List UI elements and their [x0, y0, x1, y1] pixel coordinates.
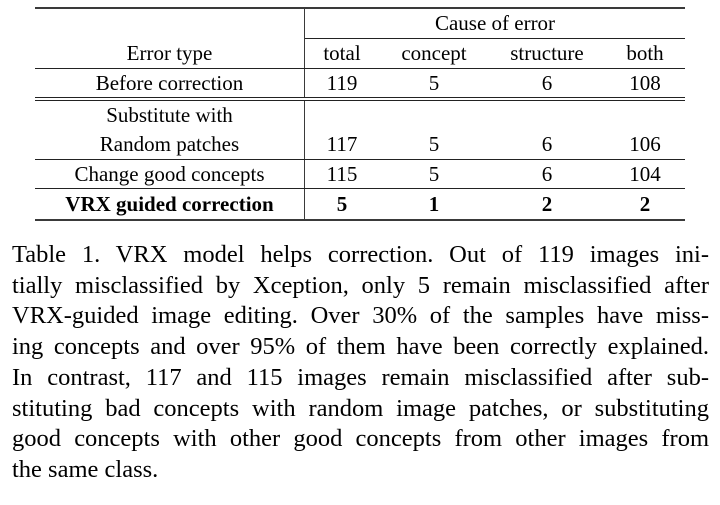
empty-header-cell: [35, 8, 305, 39]
cell-total: 5: [336, 191, 348, 216]
cell-concept: 5: [379, 129, 489, 160]
cell-both: 104: [605, 159, 685, 189]
cell-concept: 5: [379, 159, 489, 189]
table-caption: Table 1. VRX model helps correction. Out…: [12, 240, 709, 486]
table-row: Change good concepts 115 5 6 104: [35, 159, 685, 189]
caption-line: good concepts with other good concepts f…: [12, 425, 709, 453]
cell-total: 117: [304, 129, 379, 160]
cell-both: 108: [605, 68, 685, 101]
caption-line: ing concepts and over 95% of them have b…: [12, 333, 709, 361]
table-group-header-row: Cause of error: [35, 8, 685, 39]
caption-line: VRX-guided image editing. Over 30% of th…: [12, 302, 709, 330]
column-header-both: both: [605, 38, 685, 69]
caption-line: Table 1. VRX model helps correction. Out…: [12, 241, 709, 268]
caption-line: In contrast, 117 and 115 images remain m…: [12, 363, 709, 391]
cell-total: 115: [304, 159, 379, 189]
row-label: Before correction: [35, 68, 305, 101]
cell-concept: 5: [379, 68, 489, 101]
table-row: Before correction 119 5 6 108: [35, 68, 685, 101]
results-table: Cause of error Error type total concept …: [35, 7, 685, 221]
cell-both: 106: [605, 129, 685, 160]
cell-both: 2: [639, 191, 651, 216]
caption-line: stituting bad concepts with random image…: [12, 394, 709, 422]
table-row-highlighted: VRX guided correction 5 1 2 2: [35, 188, 685, 220]
table-header-row: Error type total concept structure both: [35, 38, 685, 69]
row-label-line1: Substitute with: [35, 99, 305, 129]
table-row: Substitute with: [35, 99, 685, 129]
caption-line: the same class.: [12, 455, 159, 483]
cell-concept: 1: [428, 191, 440, 216]
cell-structure: 2: [541, 191, 553, 216]
row-label: VRX guided correction: [35, 188, 305, 220]
cause-of-error-header: Cause of error: [304, 8, 685, 39]
cell-structure: 6: [489, 129, 605, 160]
column-header-concept: concept: [379, 38, 489, 69]
caption-line: tially misclassified by Xception, only 5…: [12, 271, 709, 299]
cell-structure: 6: [489, 159, 605, 189]
cell-structure: 6: [489, 68, 605, 101]
table-row: Random patches 117 5 6 106: [35, 129, 685, 160]
cell-total: 119: [304, 68, 379, 101]
column-header-structure: structure: [489, 38, 605, 69]
column-header-total: total: [304, 38, 379, 69]
column-header-error-type: Error type: [35, 38, 305, 69]
row-label-line2: Random patches: [35, 129, 305, 160]
row-label: Change good concepts: [35, 159, 305, 189]
